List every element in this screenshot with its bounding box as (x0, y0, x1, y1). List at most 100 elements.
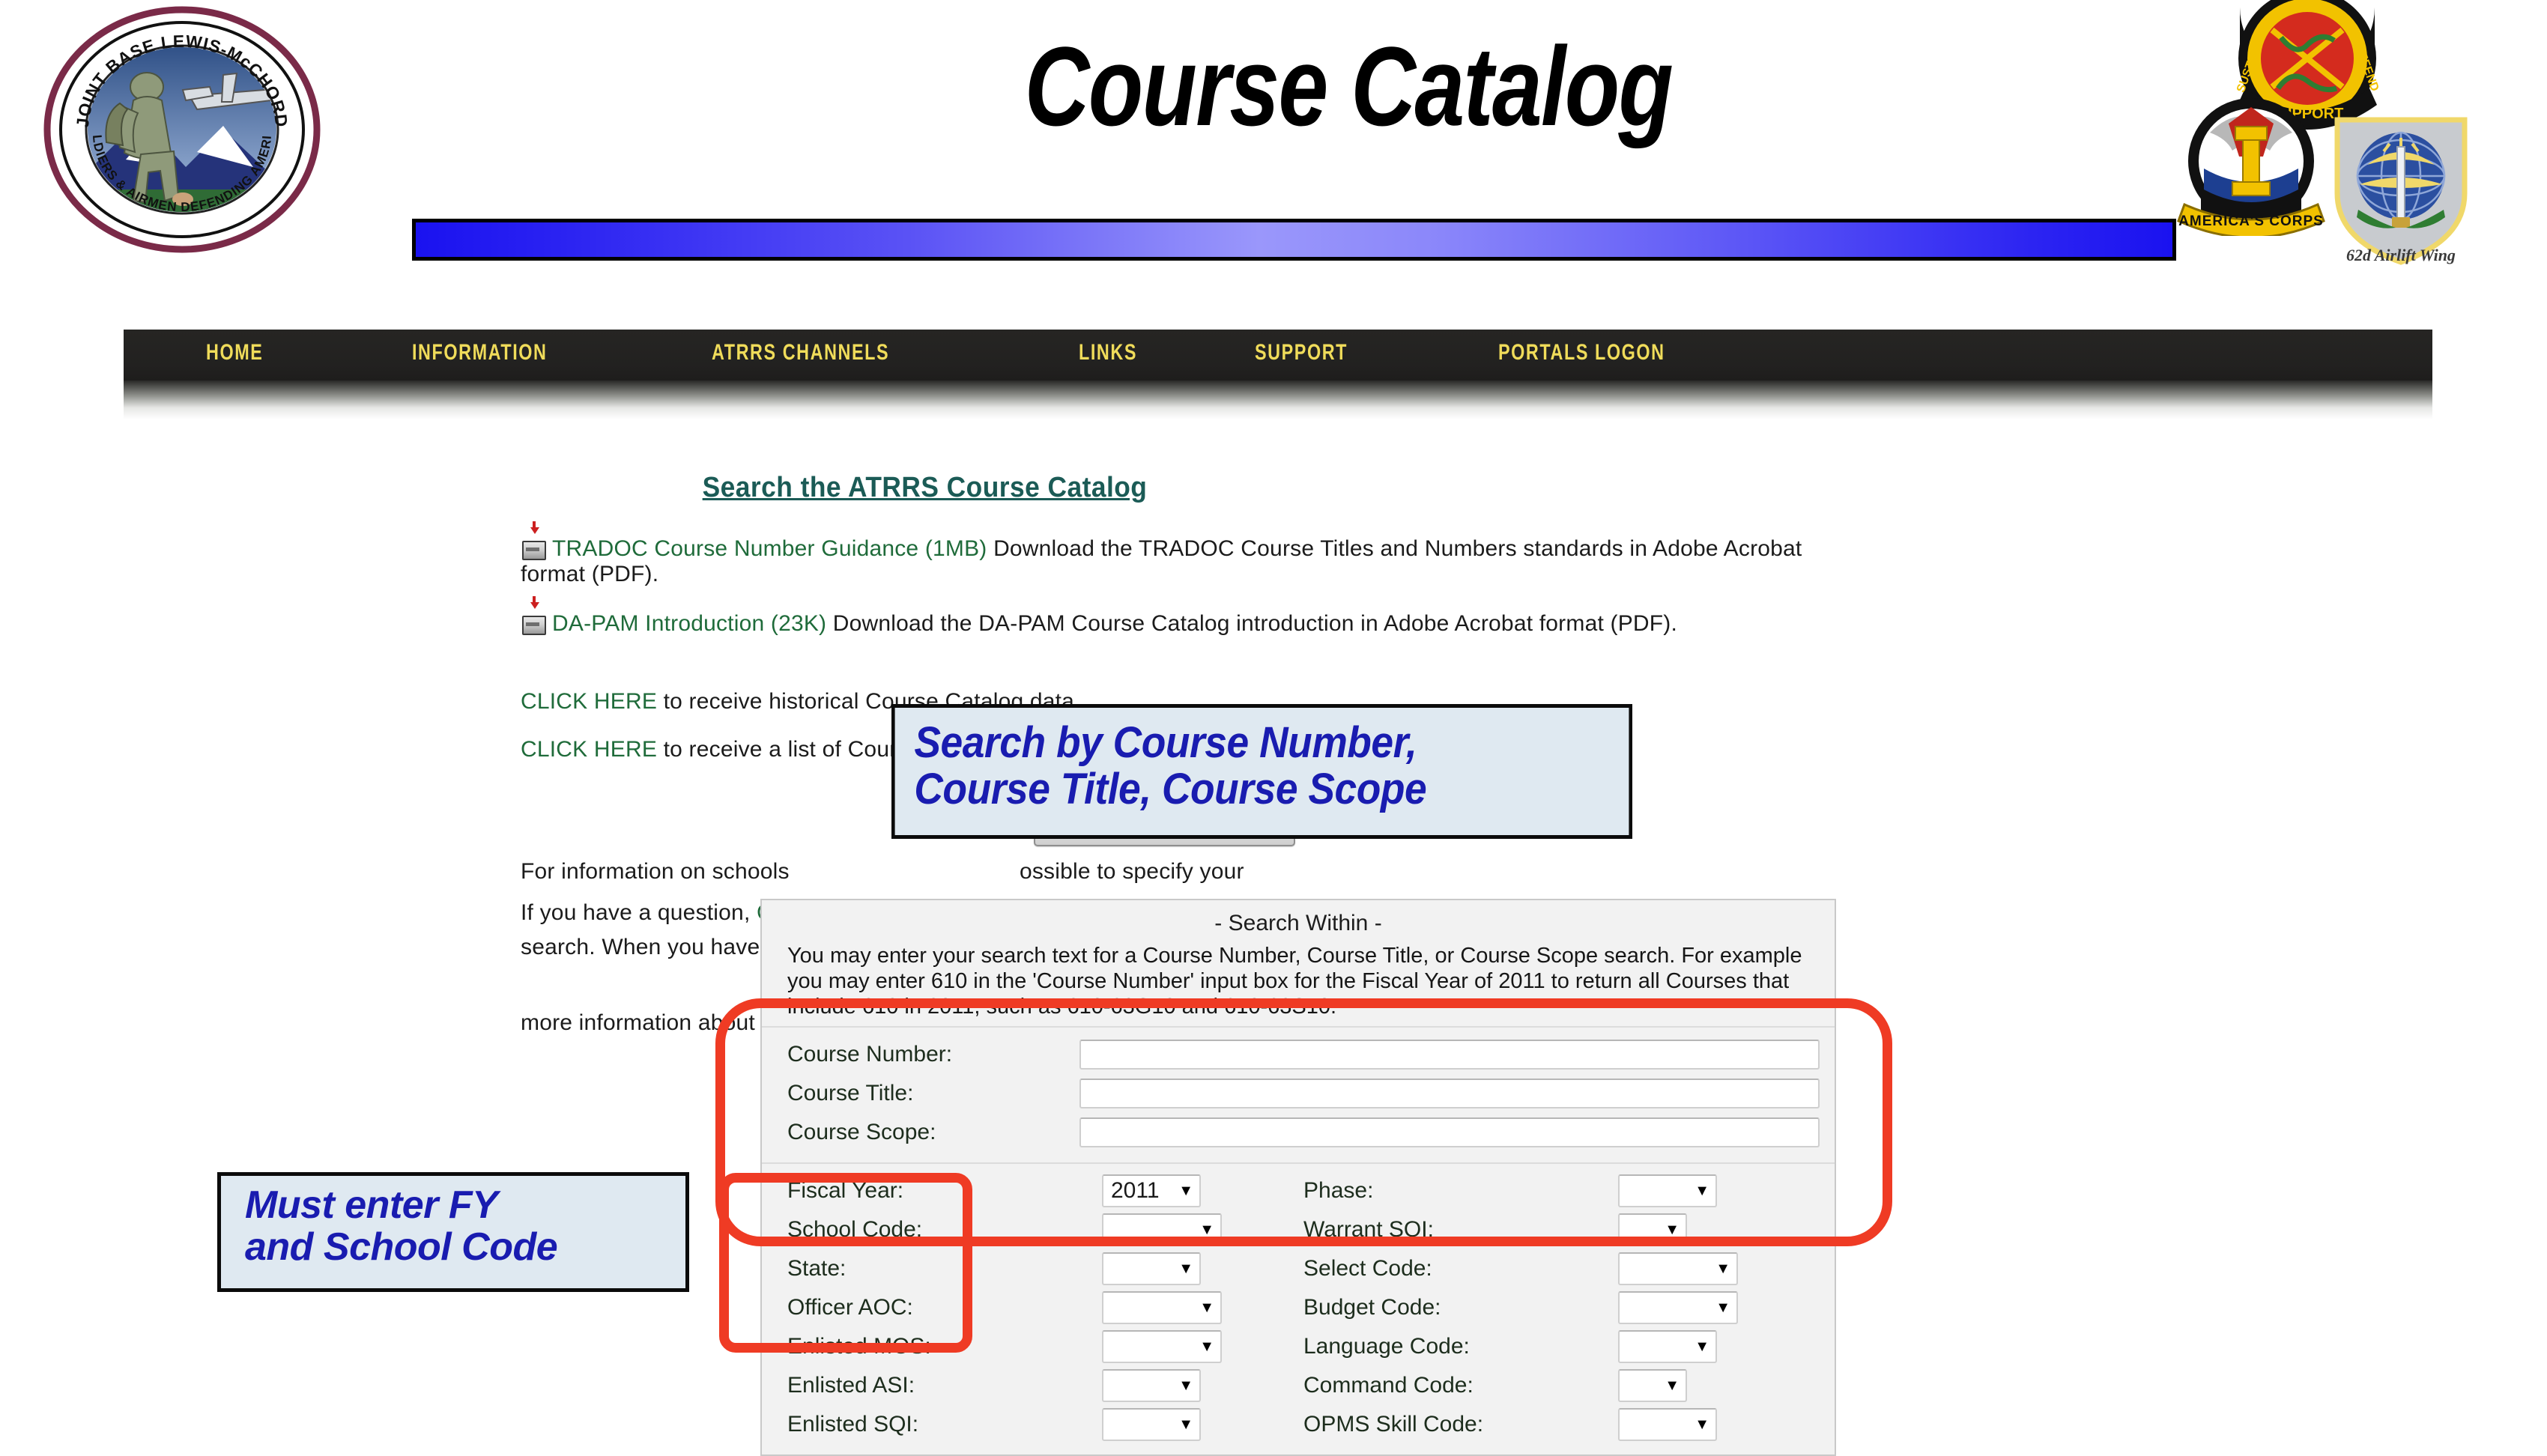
select-label: Officer AOC: (787, 1294, 913, 1320)
chevron-down-icon: ▼ (1199, 1299, 1214, 1316)
select-row: Command Code: ▼ (1303, 1366, 1820, 1405)
pdf-download-icon (521, 521, 546, 560)
select-code-select[interactable]: ▼ (1618, 1252, 1738, 1285)
select-label: Warrant SQI: (1303, 1216, 1434, 1242)
info-paragraph-line: For information on schools ossible to sp… (521, 859, 1244, 885)
site-navbar: HOME INFORMATION ATRRS CHANNELS LINKS SUPPOR… (124, 330, 2432, 380)
chevron-down-icon: ▼ (1695, 1338, 1709, 1355)
callout-search-line1: Search by Course Number, (914, 718, 1417, 767)
select-label: Enlisted SQI: (787, 1411, 919, 1437)
nav-item-home[interactable]: HOME (206, 340, 263, 365)
select-row: State: ▼ (787, 1249, 1303, 1288)
select-row: Officer AOC: ▼ (787, 1288, 1303, 1327)
officer-aoc-select[interactable]: ▼ (1102, 1290, 1222, 1324)
language-code-select[interactable]: ▼ (1618, 1329, 1717, 1363)
select-label: State: (787, 1255, 847, 1281)
school-code-select[interactable]: ▼ (1102, 1213, 1222, 1246)
enlisted-sqi-select[interactable]: ▼ (1102, 1407, 1201, 1441)
course-number-input[interactable] (1079, 1039, 1820, 1070)
right-select-column: Phase: ▼ Warrant SQI: ▼ Select Code: ▼ Budget … (1303, 1171, 1820, 1444)
dapam-intro-link[interactable]: DA-PAM Introduction (23K) (552, 611, 826, 636)
select-row: Phase: ▼ (1303, 1171, 1820, 1210)
select-label: Enlisted MOS: (787, 1333, 931, 1359)
field-label: Course Scope: (787, 1119, 936, 1144)
chevron-down-icon: ▼ (1695, 1416, 1709, 1433)
field-row: Course Title: (787, 1074, 1820, 1113)
dapam-intro-text: Download the DA-PAM Course Catalog intro… (832, 611, 1678, 636)
select-label: OPMS Skill Code: (1303, 1411, 1484, 1437)
callout-fy-line2: and School Code (245, 1225, 558, 1269)
enlisted-mos-select[interactable]: ▼ (1102, 1329, 1222, 1363)
search-within-description: You may enter your search text for a Cou… (787, 944, 1802, 1019)
tacits-survey-link[interactable]: CLICK HERE (521, 737, 657, 762)
question-prefix: If you have a question, (521, 900, 757, 925)
chevron-down-icon: ▼ (1665, 1221, 1680, 1238)
chevron-down-icon: ▼ (1199, 1338, 1214, 1355)
nav-item-links[interactable]: LINKS (1079, 340, 1137, 365)
chevron-down-icon: ▼ (1178, 1377, 1193, 1394)
62d-airlift-wing-patch: 62d Airlift Wing (2315, 105, 2487, 277)
warrant-sqi-select[interactable]: ▼ (1618, 1213, 1687, 1246)
svg-text:AMERICA'S CORPS: AMERICA'S CORPS (2178, 213, 2324, 229)
select-label: Phase: (1303, 1177, 1374, 1203)
field-row: Course Number: (787, 1035, 1820, 1074)
select-row: School Code: ▼ (787, 1210, 1303, 1249)
nav-item-atrrs-channels[interactable]: ATRRS CHANNELS (712, 340, 889, 365)
chevron-down-icon: ▼ (1665, 1377, 1680, 1394)
select-label: School Code: (787, 1216, 923, 1242)
select-label: Budget Code: (1303, 1294, 1441, 1320)
download-row-tradoc: TRADOC Course Number Guidance (1MB) Down… (521, 521, 1839, 586)
select-row: Language Code: ▼ (1303, 1327, 1820, 1366)
chevron-down-icon: ▼ (1199, 1221, 1214, 1238)
select-row: Fiscal Year: 2011 ▼ (787, 1171, 1303, 1210)
nav-item-support[interactable]: SUPPORT (1255, 340, 1348, 365)
select-label: Language Code: (1303, 1333, 1470, 1359)
opms-skill-code-select[interactable]: ▼ (1618, 1407, 1717, 1441)
left-select-column: Fiscal Year: 2011 ▼ School Code: ▼ State: ▼ Off… (787, 1171, 1303, 1444)
search-within-title: - Search Within - (1214, 911, 1382, 935)
course-scope-input[interactable] (1079, 1117, 1820, 1147)
fiscal-year-select[interactable]: 2011 ▼ (1102, 1174, 1201, 1207)
select-row: Warrant SQI: ▼ (1303, 1210, 1820, 1249)
chevron-down-icon: ▼ (1178, 1182, 1193, 1199)
jblm-seal: JOINT BASE LEWIS-McCHORD SOLDIERS & AIRM… (31, 0, 328, 253)
select-label: Select Code: (1303, 1255, 1432, 1281)
navbar-fade (124, 380, 2432, 419)
select-label: Command Code: (1303, 1372, 1474, 1398)
text-field-group: Course Number: Course Title: Course Scope: (762, 1025, 1835, 1162)
callout-must-enter-fy: Must enter FY and School Code (217, 1172, 689, 1292)
enlisted-asi-select[interactable]: ▼ (1102, 1368, 1201, 1402)
phase-select[interactable]: ▼ (1618, 1174, 1717, 1207)
chevron-down-icon: ▼ (1715, 1260, 1730, 1277)
state-select[interactable]: ▼ (1102, 1252, 1201, 1285)
select-field-group: Fiscal Year: 2011 ▼ School Code: ▼ State: ▼ Off… (762, 1162, 1835, 1455)
select-label: Enlisted ASI: (787, 1372, 915, 1398)
callout-search-line2: Course Title, Course Scope (914, 765, 1427, 814)
tradoc-guidance-link[interactable]: TRADOC Course Number Guidance (1MB) (552, 536, 987, 561)
chevron-down-icon: ▼ (1695, 1182, 1709, 1199)
historical-data-link[interactable]: CLICK HERE (521, 689, 657, 714)
budget-code-select[interactable]: ▼ (1618, 1290, 1738, 1324)
download-row-dapam: DA-PAM Introduction (23K) Download the D… (521, 596, 1892, 637)
field-row: Course Scope: (787, 1113, 1820, 1152)
pdf-download-icon (521, 596, 546, 635)
catalog-heading: Search the ATRRS Course Catalog (702, 472, 1148, 503)
svg-text:62d Airlift Wing: 62d Airlift Wing (2346, 246, 2456, 264)
select-value: 2011 (1111, 1177, 1160, 1203)
select-row: Enlisted ASI: ▼ (787, 1366, 1303, 1405)
search-within-panel: - Search Within - You may enter your sea… (760, 899, 1836, 1456)
callout-fy-line1: Must enter FY (245, 1183, 498, 1227)
nav-item-portals-logon[interactable]: PORTALS LOGON (1498, 340, 1665, 365)
chevron-down-icon: ▼ (1178, 1260, 1193, 1277)
chevron-down-icon: ▼ (1715, 1299, 1730, 1316)
select-row: OPMS Skill Code: ▼ (1303, 1405, 1820, 1444)
decorative-blue-bar (412, 219, 2176, 261)
nav-item-information[interactable]: INFORMATION (412, 340, 548, 365)
select-label: Fiscal Year: (787, 1177, 904, 1203)
select-row: Enlisted SQI: ▼ (787, 1405, 1303, 1444)
question-row: If you have a question, CL (521, 900, 786, 926)
chevron-down-icon: ▼ (1178, 1416, 1193, 1433)
callout-search-by: Search by Course Number, Course Title, C… (891, 704, 1632, 839)
command-code-select[interactable]: ▼ (1618, 1368, 1687, 1402)
course-title-input[interactable] (1079, 1078, 1820, 1108)
